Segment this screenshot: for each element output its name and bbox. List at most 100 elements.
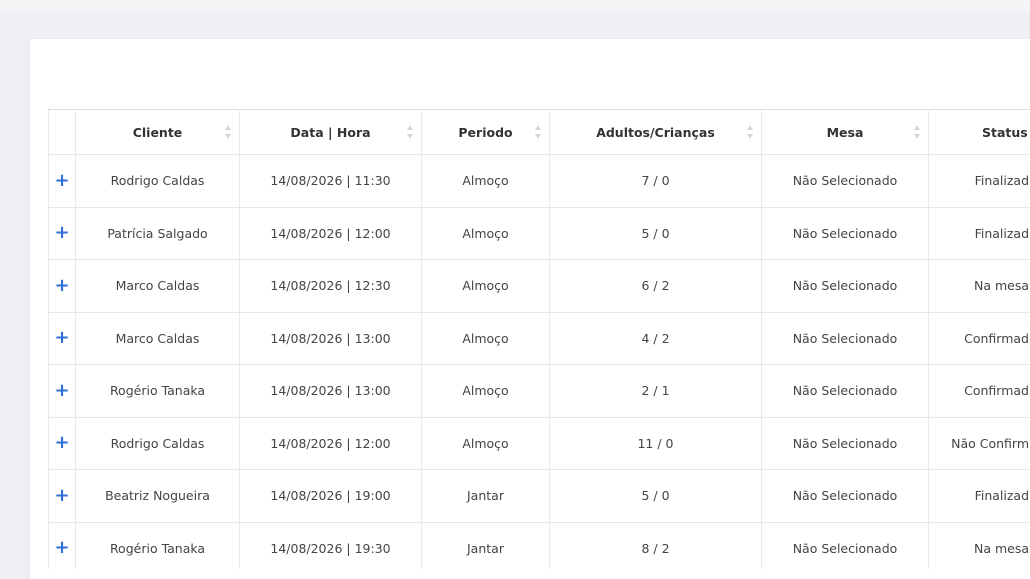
cell-mesa: Não Selecionado [762,260,929,313]
header-status[interactable]: Status [929,110,1030,155]
cell-cliente: Beatriz Nogueira [76,470,240,523]
cell-adultos-criancas: 5 / 0 [550,470,762,523]
reservations-table: Cliente Data | Hora Periodo Adultos/Cria… [48,109,1030,569]
cell-data-hora: 14/08/2026 | 12:00 [240,207,422,260]
cell-status: Finalizad [929,470,1030,523]
cell-periodo: Almoço [422,207,550,260]
cell-adultos-criancas: 8 / 2 [550,522,762,569]
plus-icon[interactable]: + [54,432,69,453]
expand-cell[interactable]: + [49,417,76,470]
header-mesa[interactable]: Mesa [762,110,929,155]
cell-cliente: Marco Caldas [76,260,240,313]
header-cliente[interactable]: Cliente [76,110,240,155]
table-row: + Rodrigo Caldas 14/08/2026 | 12:00 Almo… [49,417,1030,470]
sort-icon[interactable] [407,125,415,139]
cell-cliente: Rogério Tanaka [76,365,240,418]
cell-cliente: Rodrigo Caldas [76,417,240,470]
cell-mesa: Não Selecionado [762,207,929,260]
status-text: Confirmad [929,383,1029,398]
cell-mesa: Não Selecionado [762,522,929,569]
header-label: Periodo [458,125,512,140]
cell-data-hora: 14/08/2026 | 12:30 [240,260,422,313]
sort-icon[interactable] [535,125,543,139]
status-text: Finalizad [929,226,1029,241]
table-row: + Rogério Tanaka 14/08/2026 | 13:00 Almo… [49,365,1030,418]
cell-status: Não Confirm [929,417,1030,470]
cell-mesa: Não Selecionado [762,312,929,365]
cell-adultos-criancas: 11 / 0 [550,417,762,470]
header-adultos-criancas[interactable]: Adultos/Crianças [550,110,762,155]
cell-data-hora: 14/08/2026 | 13:00 [240,312,422,365]
cell-adultos-criancas: 5 / 0 [550,207,762,260]
expand-cell[interactable]: + [49,207,76,260]
cell-data-hora: 14/08/2026 | 12:00 [240,417,422,470]
plus-icon[interactable]: + [54,327,69,348]
expand-cell[interactable]: + [49,312,76,365]
plus-icon[interactable]: + [54,485,69,506]
cell-status: Finalizad [929,207,1030,260]
cell-data-hora: 14/08/2026 | 11:30 [240,155,422,208]
expand-cell[interactable]: + [49,470,76,523]
cell-mesa: Não Selecionado [762,417,929,470]
table-row: + Patrícia Salgado 14/08/2026 | 12:00 Al… [49,207,1030,260]
expand-cell[interactable]: + [49,365,76,418]
cell-mesa: Não Selecionado [762,365,929,418]
cell-periodo: Almoço [422,155,550,208]
sort-icon[interactable] [225,125,233,139]
header-label: Mesa [827,125,864,140]
cell-data-hora: 14/08/2026 | 19:00 [240,470,422,523]
table-row: + Beatriz Nogueira 14/08/2026 | 19:00 Ja… [49,470,1030,523]
plus-icon[interactable]: + [54,275,69,296]
cell-status: Na mesa [929,260,1030,313]
header-periodo[interactable]: Periodo [422,110,550,155]
cell-cliente: Rodrigo Caldas [76,155,240,208]
cell-status: Finalizad [929,155,1030,208]
plus-icon[interactable]: + [54,170,69,191]
table-row: + Marco Caldas 14/08/2026 | 12:30 Almoço… [49,260,1030,313]
table-header-row: Cliente Data | Hora Periodo Adultos/Cria… [49,110,1030,155]
status-text: Finalizad [929,488,1029,503]
cell-mesa: Não Selecionado [762,470,929,523]
status-text: Não Confirm [929,436,1029,451]
sort-icon[interactable] [914,125,922,139]
top-bar [0,0,1030,12]
plus-icon[interactable]: + [54,222,69,243]
cell-data-hora: 14/08/2026 | 19:30 [240,522,422,569]
cell-periodo: Jantar [422,470,550,523]
status-text: Confirmad [929,331,1029,346]
cell-periodo: Almoço [422,312,550,365]
plus-icon[interactable]: + [54,380,69,401]
cell-cliente: Patrícia Salgado [76,207,240,260]
cell-periodo: Almoço [422,365,550,418]
header-label: Data | Hora [290,125,370,140]
cell-status: Na mesa [929,522,1030,569]
cell-periodo: Jantar [422,522,550,569]
cell-adultos-criancas: 6 / 2 [550,260,762,313]
expand-cell[interactable]: + [49,155,76,208]
header-label: Cliente [133,125,183,140]
header-label: Status [982,125,1028,140]
cell-periodo: Almoço [422,417,550,470]
header-data-hora[interactable]: Data | Hora [240,110,422,155]
header-label: Adultos/Crianças [596,125,715,140]
cell-status: Confirmad [929,312,1030,365]
plus-icon[interactable]: + [54,537,69,558]
expand-cell[interactable]: + [49,522,76,569]
expand-cell[interactable]: + [49,260,76,313]
cell-periodo: Almoço [422,260,550,313]
table-row: + Rogério Tanaka 14/08/2026 | 19:30 Jant… [49,522,1030,569]
table-row: + Marco Caldas 14/08/2026 | 13:00 Almoço… [49,312,1030,365]
cell-mesa: Não Selecionado [762,155,929,208]
cell-cliente: Rogério Tanaka [76,522,240,569]
header-expand [49,110,76,155]
status-text: Finalizad [929,173,1029,188]
cell-data-hora: 14/08/2026 | 13:00 [240,365,422,418]
cell-adultos-criancas: 7 / 0 [550,155,762,208]
sort-icon[interactable] [747,125,755,139]
status-text: Na mesa [929,278,1029,293]
cell-cliente: Marco Caldas [76,312,240,365]
cell-adultos-criancas: 2 / 1 [550,365,762,418]
cell-adultos-criancas: 4 / 2 [550,312,762,365]
cell-status: Confirmad [929,365,1030,418]
reservations-table-container: Cliente Data | Hora Periodo Adultos/Cria… [48,109,1030,569]
